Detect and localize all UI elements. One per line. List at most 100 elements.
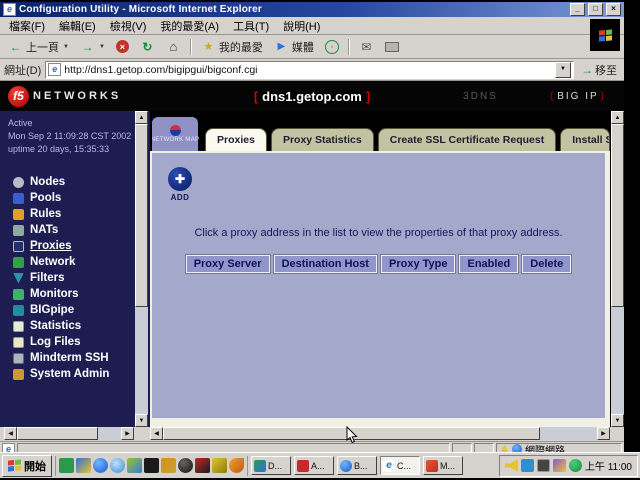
mouse-cursor <box>346 426 358 444</box>
quicklaunch-icon[interactable] <box>144 458 159 473</box>
mindterm-ssh-icon <box>13 353 24 364</box>
back-button[interactable]: 上一頁 <box>3 37 74 57</box>
quicklaunch-icon[interactable] <box>59 458 74 473</box>
menu-edit[interactable]: 編輯(E) <box>52 17 103 35</box>
main-horizontal-scrollbar[interactable]: ◀ ▶ <box>150 427 610 440</box>
sidebar-item-monitors[interactable]: Monitors <box>0 286 150 302</box>
nav-big-ip[interactable]: BIG IP <box>550 91 606 102</box>
volume-icon[interactable] <box>505 459 518 472</box>
sidebar-item-pools[interactable]: Pools <box>0 190 150 206</box>
sidebar-item-network[interactable]: Network <box>0 254 150 270</box>
sidebar-item-nats[interactable]: NATs <box>0 222 150 238</box>
tab-proxies[interactable]: Proxies <box>205 128 267 151</box>
scroll-right-icon[interactable]: ▶ <box>597 427 610 440</box>
quicklaunch-icon[interactable] <box>161 458 176 473</box>
frameset: Active Mon Sep 2 11:09:28 CST 2002 uptim… <box>0 111 624 427</box>
ie-document-icon <box>3 3 16 16</box>
ie-throbber-logo <box>590 19 620 51</box>
sidebar-item-proxies[interactable]: Proxies <box>0 238 150 254</box>
main-vertical-scrollbar[interactable]: ▲ ▼ <box>611 111 624 427</box>
scroll-down-icon[interactable]: ▼ <box>135 414 148 427</box>
scroll-up-icon[interactable]: ▲ <box>135 111 148 124</box>
add-label: ADD <box>168 193 192 202</box>
sidebar-item-nodes[interactable]: Nodes <box>0 174 150 190</box>
quicklaunch-icon[interactable] <box>110 458 125 473</box>
sidebar-item-filters[interactable]: Filters <box>0 270 150 286</box>
column-destination-host[interactable]: Destination Host <box>274 255 377 273</box>
media-label: 媒體 <box>292 39 314 55</box>
task-button[interactable]: M... <box>423 456 463 475</box>
quicklaunch-icon[interactable] <box>229 458 244 473</box>
close-button[interactable]: × <box>606 3 621 16</box>
tab-proxy-statistics[interactable]: Proxy Statistics <box>271 128 374 151</box>
tray-icon[interactable] <box>553 459 566 472</box>
rules-icon <box>13 209 24 220</box>
tray-icon[interactable] <box>521 459 534 472</box>
page-icon <box>48 63 61 76</box>
menu-favorites[interactable]: 我的最愛(A) <box>153 17 226 35</box>
browser-window: Configuration Utility - Microsoft Intern… <box>0 2 624 452</box>
tab-install-ssl-certificate[interactable]: Install SSL Certifi <box>560 128 610 151</box>
refresh-button[interactable] <box>135 37 160 56</box>
quicklaunch-icon[interactable] <box>76 458 91 473</box>
home-button[interactable] <box>161 37 186 56</box>
add-button[interactable] <box>168 167 192 191</box>
display-icon[interactable] <box>537 459 550 472</box>
quicklaunch-icon[interactable] <box>178 458 193 473</box>
scrollbar-thumb[interactable] <box>135 124 148 307</box>
sidebar-item-rules[interactable]: Rules <box>0 206 150 222</box>
menu-view[interactable]: 檢視(V) <box>103 17 154 35</box>
sidebar-item-system-admin[interactable]: System Admin <box>0 366 150 382</box>
content-area: ADD Click a proxy address in the list to… <box>150 151 610 427</box>
sidebar-item-mindterm-ssh[interactable]: Mindterm SSH <box>0 350 150 366</box>
tab-create-ssl-certificate-request[interactable]: Create SSL Certificate Request <box>378 128 556 151</box>
forward-button[interactable] <box>75 37 110 56</box>
nav-3dns[interactable]: 3DNS <box>463 91 498 102</box>
scrollbar-thumb[interactable] <box>611 124 624 307</box>
menu-help[interactable]: 說明(H) <box>276 17 327 35</box>
forward-dropdown-icon[interactable] <box>99 44 105 50</box>
sidebar-item-bigpipe[interactable]: BIGpipe <box>0 302 150 318</box>
minimize-button[interactable]: _ <box>570 3 585 16</box>
task-button[interactable]: A... <box>294 456 334 475</box>
favorites-button[interactable]: 我的最愛 <box>196 37 268 57</box>
quicklaunch-icon[interactable] <box>195 458 210 473</box>
f5-brand-header: f5 NETWORKS [dns1.getop.com] 3DNS BIG IP <box>0 81 624 111</box>
quicklaunch-icon[interactable] <box>93 458 108 473</box>
quicklaunch-icon[interactable] <box>127 458 142 473</box>
column-proxy-type[interactable]: Proxy Type <box>381 255 456 273</box>
column-proxy-server[interactable]: Proxy Server <box>186 255 270 273</box>
scroll-up-icon[interactable]: ▲ <box>611 111 624 124</box>
column-enabled[interactable]: Enabled <box>459 255 518 273</box>
scroll-left-icon[interactable]: ◀ <box>150 427 163 440</box>
menu-tools[interactable]: 工具(T) <box>226 17 276 35</box>
task-button-active[interactable]: eC... <box>380 456 420 475</box>
scrollbar-thumb[interactable] <box>17 427 98 440</box>
sidebar-item-log-files[interactable]: Log Files <box>0 334 150 350</box>
tab-network-map[interactable]: NETWORK MAP <box>152 117 198 151</box>
scroll-left-icon[interactable]: ◀ <box>4 427 17 440</box>
address-input[interactable]: http://dns1.getop.com/bigipgui/bigconf.c… <box>45 61 574 79</box>
history-button[interactable] <box>320 38 344 56</box>
mail-button[interactable] <box>354 37 379 56</box>
stop-button[interactable] <box>111 38 134 55</box>
tray-icon[interactable] <box>569 459 582 472</box>
address-dropdown-icon[interactable]: ▼ <box>555 62 571 78</box>
go-button[interactable]: 移至 <box>578 62 620 78</box>
back-dropdown-icon[interactable] <box>63 44 69 50</box>
scroll-down-icon[interactable]: ▼ <box>611 414 624 427</box>
task-button[interactable]: D... <box>251 456 291 475</box>
sidebar-item-statistics[interactable]: Statistics <box>0 318 150 334</box>
maximize-button[interactable]: □ <box>588 3 603 16</box>
scroll-right-icon[interactable]: ▶ <box>121 427 134 440</box>
column-delete[interactable]: Delete <box>522 255 571 273</box>
print-button[interactable] <box>380 37 405 56</box>
sidebar-vertical-scrollbar[interactable]: ▲ ▼ <box>135 111 148 427</box>
task-button[interactable]: B... <box>337 456 377 475</box>
sidebar-horizontal-scrollbar[interactable]: ◀ ▶ <box>4 427 134 440</box>
proxies-panel: ADD Click a proxy address in the list to… <box>152 153 605 418</box>
quicklaunch-icon[interactable] <box>212 458 227 473</box>
media-button[interactable]: 媒體 <box>269 37 319 57</box>
start-button[interactable]: 開始 <box>2 455 52 477</box>
menu-file[interactable]: 檔案(F) <box>2 17 52 35</box>
